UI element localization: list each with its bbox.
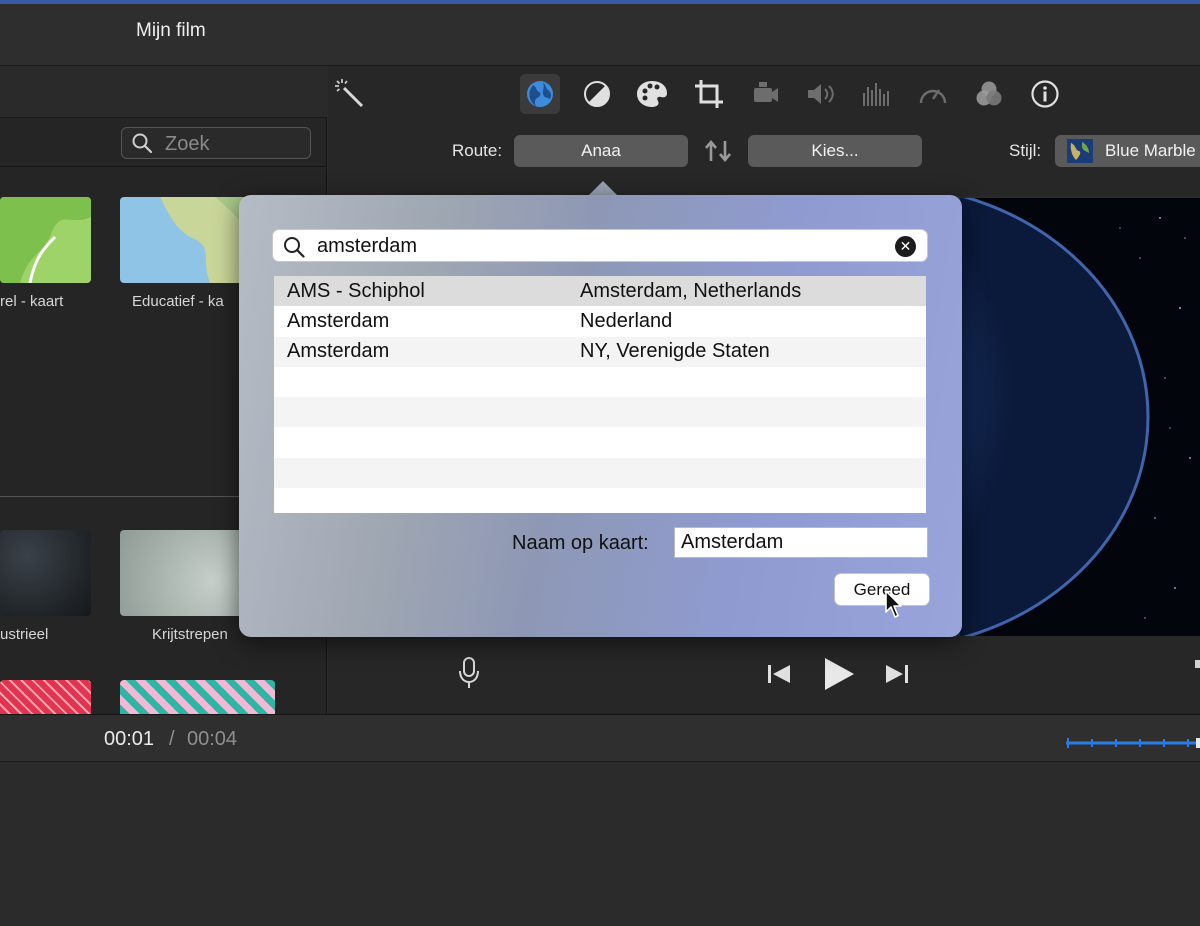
- route-start-button[interactable]: Anaa: [514, 135, 688, 167]
- skip-back-button[interactable]: [766, 662, 792, 686]
- microphone-icon: [459, 657, 479, 688]
- result-row-empty: [274, 488, 926, 513]
- skip-forward-icon: [886, 665, 908, 683]
- thumbnail-label: ustrieel: [0, 626, 49, 643]
- crop-icon: [695, 80, 723, 108]
- map-name-label: Naam op kaart:: [512, 532, 649, 554]
- timecode-bar: 00:01 / 00:04: [0, 714, 1200, 762]
- color-balance-icon: [584, 81, 610, 107]
- browser-search-input[interactable]: Zoek: [121, 127, 311, 159]
- play-icon: [825, 658, 854, 690]
- color-correction-button[interactable]: [632, 74, 672, 114]
- magic-wand-icon: [335, 79, 364, 108]
- globe-preview: [960, 198, 1200, 636]
- background-thumbnail-industrial[interactable]: [0, 530, 91, 616]
- thumbnail-label: rel - kaart: [0, 293, 64, 310]
- map-settings-button[interactable]: [520, 74, 560, 114]
- background-thumbnail-pattern-diamond[interactable]: [120, 680, 275, 714]
- result-row[interactable]: Amsterdam NY, Verenigde Staten: [274, 336, 926, 367]
- clear-search-icon[interactable]: ✕: [895, 236, 916, 257]
- location-search-input[interactable]: amsterdam ✕: [272, 229, 928, 262]
- route-label: Route:: [452, 141, 503, 160]
- result-row[interactable]: Amsterdam Nederland: [274, 306, 926, 337]
- result-row[interactable]: AMS - Schiphol Amsterdam, Netherlands: [274, 276, 926, 307]
- result-row-empty: [274, 457, 926, 489]
- zoom-slider-track: [1066, 738, 1200, 748]
- info-button[interactable]: [1025, 74, 1065, 114]
- swap-route-button[interactable]: [702, 137, 734, 165]
- current-time: 00:01: [104, 728, 155, 750]
- fullscreen-icon[interactable]: [1195, 660, 1200, 668]
- time-separator: /: [169, 728, 175, 750]
- thumbnail-label: Educatief - ka: [132, 293, 224, 310]
- result-location: NY, Verenigde Staten: [580, 340, 770, 363]
- skip-back-icon: [768, 665, 790, 683]
- browser-header: [0, 66, 327, 118]
- result-row-empty: [274, 427, 926, 458]
- divider: [0, 166, 327, 167]
- result-name: AMS - Schiphol: [287, 279, 425, 302]
- location-results-list: AMS - Schiphol Amsterdam, Netherlands Am…: [274, 276, 926, 513]
- background-thumbnail-pattern-red[interactable]: [0, 680, 91, 714]
- equalizer-icon: [863, 83, 889, 106]
- crop-button[interactable]: [689, 74, 729, 114]
- title-bar: Mijn film: [0, 4, 1200, 66]
- filter-button[interactable]: [969, 74, 1009, 114]
- window-title: Mijn film: [136, 20, 206, 41]
- result-name: Amsterdam: [287, 340, 390, 363]
- result-location: Amsterdam, Netherlands: [580, 279, 802, 302]
- auto-enhance-button[interactable]: [330, 74, 370, 114]
- camera-icon: [754, 82, 778, 102]
- skip-forward-button[interactable]: [884, 662, 910, 686]
- search-value: amsterdam: [317, 235, 418, 257]
- color-balance-button[interactable]: [577, 74, 617, 114]
- route-end-button[interactable]: Kies...: [748, 135, 922, 167]
- done-button[interactable]: Gereed: [834, 573, 930, 606]
- palette-icon: [637, 81, 667, 107]
- timeline-area[interactable]: [0, 762, 1200, 926]
- search-icon: [132, 133, 152, 153]
- speed-button[interactable]: [913, 74, 953, 114]
- volume-button[interactable]: [801, 74, 841, 114]
- speaker-icon: [808, 84, 834, 104]
- swap-icon: [705, 139, 731, 163]
- map-name-input[interactable]: Amsterdam: [674, 527, 928, 558]
- map-thumbnail-travel[interactable]: [0, 197, 91, 283]
- globe-thumbnail-icon: [1067, 139, 1093, 163]
- mouse-cursor-icon: [885, 590, 902, 618]
- style-select[interactable]: Blue Marble: [1055, 135, 1200, 167]
- filter-icon: [976, 81, 1002, 106]
- result-location: Nederland: [580, 309, 673, 332]
- search-placeholder: Zoek: [165, 133, 210, 155]
- noise-reduction-button[interactable]: [857, 74, 897, 114]
- style-label: Stijl:: [1009, 141, 1042, 160]
- play-button[interactable]: [822, 656, 856, 692]
- result-row-empty: [274, 366, 926, 398]
- search-icon: [284, 237, 305, 258]
- popover-arrow: [588, 181, 618, 196]
- total-time: 00:04: [187, 728, 238, 750]
- stabilization-button[interactable]: [745, 74, 785, 114]
- thumbnail-label: Krijtstrepen: [152, 626, 228, 643]
- style-value: Blue Marble: [1105, 141, 1196, 160]
- voiceover-button[interactable]: [457, 656, 481, 690]
- zoom-slider[interactable]: [1066, 735, 1200, 748]
- info-icon: [1031, 80, 1059, 108]
- globe-icon: [527, 81, 553, 107]
- result-row-empty: [274, 397, 926, 428]
- result-name: Amsterdam: [287, 309, 390, 332]
- globe-image: [960, 198, 1200, 636]
- speedometer-icon: [919, 89, 947, 104]
